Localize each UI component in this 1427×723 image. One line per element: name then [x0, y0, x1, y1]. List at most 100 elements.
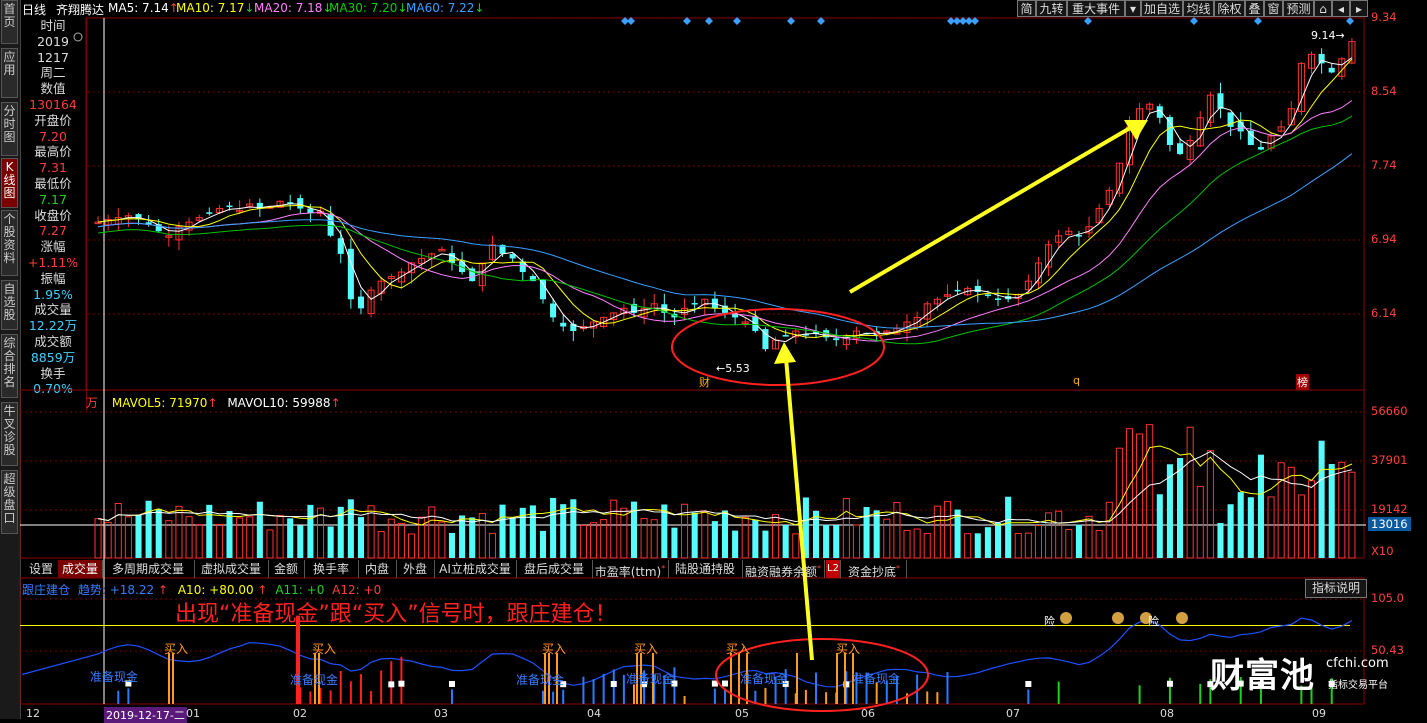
indicator-name[interactable]: 跟庄建仓: [22, 583, 70, 597]
price-axis-label: 8.54: [1371, 84, 1397, 98]
volume-bar: [1328, 464, 1335, 558]
candle-body: [1257, 147, 1264, 150]
volume-bar: [984, 527, 991, 558]
tab-virtual-volume[interactable]: 虚拟成交量: [194, 560, 269, 578]
indicator-axis-mid: 50.43: [1371, 643, 1404, 657]
indicator-bar: [552, 691, 555, 704]
indicator-bar: [370, 691, 373, 704]
tag-q[interactable]: q: [1073, 374, 1080, 387]
volume-bar: [579, 524, 587, 559]
volume-bar: [185, 516, 193, 559]
indicator-bar: [450, 689, 453, 704]
volume-bar: [1217, 522, 1224, 558]
tab-multi-period-volume[interactable]: 多周期成交量: [102, 560, 195, 578]
signal-buy: 买入: [312, 642, 337, 656]
indicator-bar: [825, 692, 828, 704]
candle-body: [297, 198, 304, 209]
signal-prepare-cash: 准备现金: [626, 672, 675, 686]
volume-bar: [276, 514, 284, 559]
volume-bar: [903, 529, 911, 559]
x-axis-label: 02: [293, 707, 307, 720]
volume-bar: [913, 528, 921, 559]
candle-body: [206, 212, 213, 214]
indicator-bar: [127, 688, 130, 704]
price-axis-label: 6.14: [1371, 306, 1397, 320]
volume-bar: [873, 510, 880, 558]
volume-multiplier-label: X10: [1371, 544, 1394, 558]
volume-bar: [1024, 532, 1032, 559]
volume-bar: [135, 514, 142, 558]
tab-settings[interactable]: 设置: [24, 560, 59, 578]
volume-bar: [357, 517, 365, 558]
candle-body: [782, 335, 789, 337]
high-mark-label: 9.14→: [1311, 29, 1345, 42]
volume-bar: [792, 533, 800, 559]
volume-bar: [1075, 524, 1082, 558]
price-axis-label: 7.74: [1371, 158, 1397, 172]
tab-pe-ttm[interactable]: 市盈率(ttm)*: [592, 560, 669, 579]
tab-after-hours-volume[interactable]: 盘后成交量: [516, 560, 593, 578]
tab-amount[interactable]: 金额: [268, 560, 305, 578]
tab-fund-bottom[interactable]: 资金抄底*: [842, 560, 907, 579]
indicator-bar: [349, 681, 352, 704]
tag-cai[interactable]: 财: [699, 374, 710, 390]
volume-bar: [1348, 471, 1356, 559]
mavol10-value: MAVOL10: 59988↑: [227, 396, 341, 410]
volume-bar: [327, 526, 334, 558]
tab-margin[interactable]: 融资融券余额*: [742, 560, 825, 579]
money-bag-icon: [1060, 612, 1072, 624]
x-axis-label: 07: [1006, 707, 1020, 720]
x-axis-label: 04: [587, 707, 601, 720]
volume-bar: [782, 525, 789, 558]
tab-inner-volume[interactable]: 内盘: [358, 560, 397, 578]
tab-northbound[interactable]: 陆股通持股: [668, 560, 743, 578]
x-axis-label: 09: [1312, 707, 1326, 720]
tab-ai-volume[interactable]: AI立桩成交量: [434, 560, 517, 578]
signal-square: [1025, 681, 1032, 688]
volume-bar: [1287, 466, 1295, 559]
trend-arrow-line: [848, 126, 1132, 294]
volume-bar: [640, 518, 648, 559]
volume-bar: [1297, 494, 1305, 559]
volume-unit: 万: [86, 396, 99, 410]
indicator-bar: [1199, 683, 1202, 704]
volume-bar: [1125, 428, 1134, 559]
bag-label: 险: [1148, 615, 1159, 628]
candle-body: [1247, 130, 1254, 146]
indicator-bar: [622, 674, 625, 704]
volume-bar: [933, 505, 941, 559]
volume-bar: [215, 523, 223, 559]
indicator-bar: [1057, 681, 1060, 704]
buy-signal-bar: [168, 652, 170, 704]
volume-bar: [509, 517, 516, 558]
volume-bar: [1055, 510, 1063, 559]
watermark-slogan: 指标交易平台: [1328, 680, 1388, 691]
buy-signal-bar: [730, 652, 732, 704]
indicator-bar: [592, 679, 595, 704]
indicator-trend: 趋势: +18.22: [77, 583, 155, 597]
tag-bang[interactable]: 榜: [1296, 374, 1309, 390]
indicator-axis-top: 105.0: [1371, 591, 1404, 605]
volume-bar: [1247, 497, 1254, 558]
volume-bar: [1095, 530, 1103, 559]
volume-bar: [560, 504, 567, 558]
volume-bar: [1267, 496, 1275, 559]
tab-volume[interactable]: 成交量: [58, 560, 103, 578]
volume-header: 万 MAVOL5: 71970↑ MAVOL10: 59988↑: [86, 394, 341, 411]
candle-body: [691, 303, 698, 305]
volume-bar: [772, 514, 780, 559]
volume-bar: [266, 529, 274, 559]
indicator-bar: [602, 674, 605, 704]
indicator-bar: [764, 687, 767, 704]
indicator-bar: [946, 672, 949, 704]
tab-turnover-rate[interactable]: 换手率: [304, 560, 359, 578]
tab-outer-volume[interactable]: 外盘: [396, 560, 435, 578]
volume-current-label: 13016: [1368, 517, 1411, 531]
candle-body: [560, 322, 567, 327]
signal-prepare-cash: 准备现金: [852, 672, 901, 686]
price-axis-label: 9.34: [1371, 10, 1397, 24]
indicator-help-button[interactable]: 指标说明: [1305, 579, 1367, 598]
volume-bar: [428, 506, 436, 559]
candle-body: [357, 296, 365, 309]
signal-square: [1166, 680, 1173, 687]
